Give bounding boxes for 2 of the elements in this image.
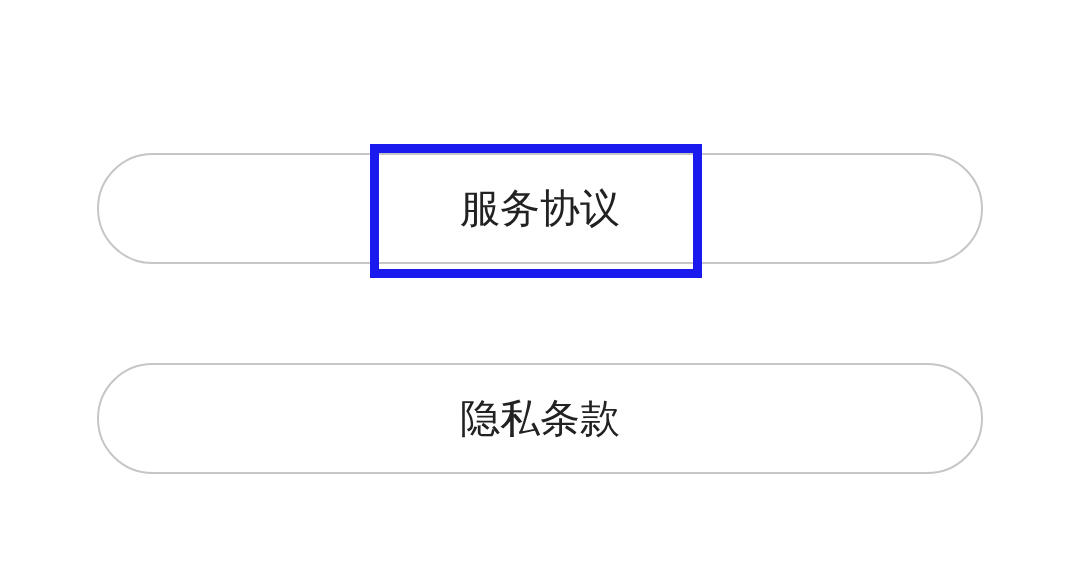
agreement-button[interactable]: 隐私条款 (97, 363, 983, 474)
agreement-button[interactable]: 服务协议 (97, 153, 983, 264)
